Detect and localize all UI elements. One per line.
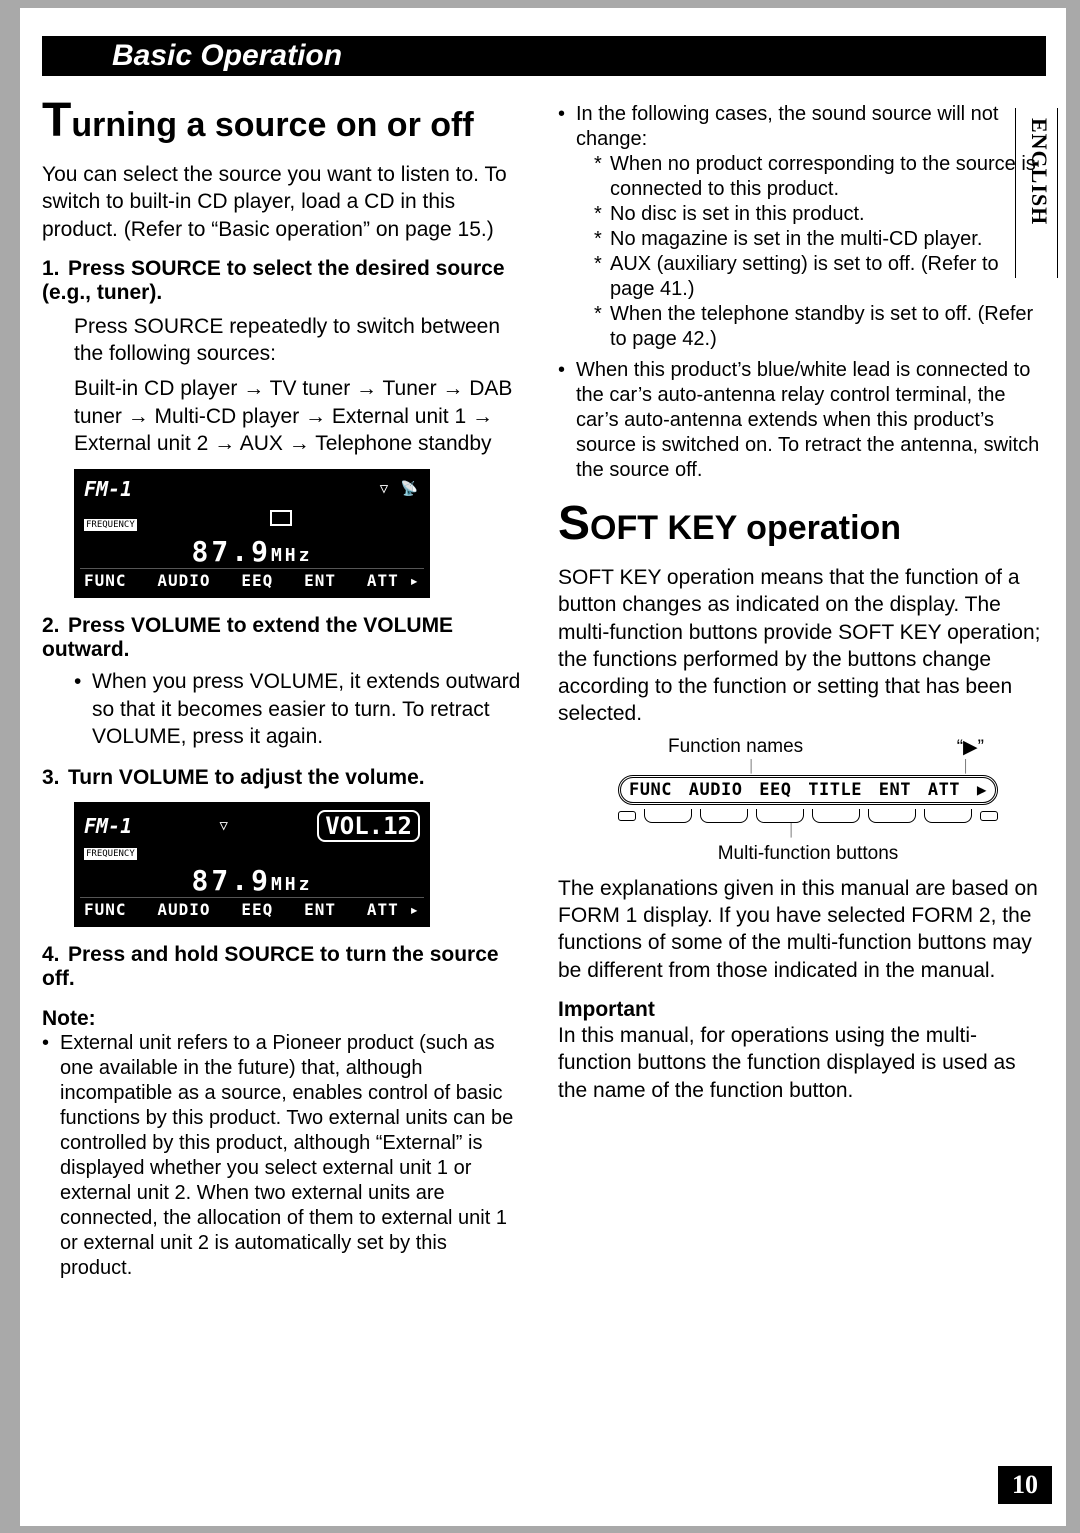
intro-paragraph: You can select the source you want to li… bbox=[42, 161, 522, 243]
lcd2-softkeys: FUNC AUDIO EEQ ENT ATT bbox=[80, 897, 424, 921]
header-title: Basic Operation bbox=[112, 39, 342, 72]
softkey-p3: In this manual, for operations using the… bbox=[558, 1022, 1046, 1104]
step-1-sub-b: Built-in CD player → TV tuner → Tuner → … bbox=[74, 375, 522, 457]
step-3: 3.Turn VOLUME to adjust the volume. FM-1… bbox=[42, 766, 522, 927]
softkey-p2: The explanations given in this manual ar… bbox=[558, 875, 1046, 984]
content-columns: Turning a source on or off You can selec… bbox=[42, 102, 1046, 1287]
note-bullets: External unit refers to a Pioneer produc… bbox=[42, 1031, 522, 1281]
right-top-bullets: In the following cases, the sound source… bbox=[558, 102, 1046, 483]
step-2-bullets: When you press VOLUME, it extends outwar… bbox=[74, 668, 522, 750]
diagram-bottom-label: Multi-function buttons bbox=[618, 843, 998, 865]
mf-button bbox=[756, 809, 804, 823]
lcd-display-2: FM-1 ▽ VOL.12 FREQUENCY 87.9MHz FUNC A bbox=[74, 802, 430, 927]
panel-buttons-row bbox=[618, 809, 998, 823]
softkey-diagram: Function names “▶” ││ FUNC AUDIO EEQ TIT… bbox=[618, 736, 998, 865]
page-number: 10 bbox=[998, 1466, 1052, 1504]
note-heading: Note: bbox=[42, 1007, 522, 1031]
softkey-p1: SOFT KEY operation means that the functi… bbox=[558, 564, 1046, 728]
diagram-label-left: Function names bbox=[668, 736, 803, 759]
right-column: In the following cases, the sound source… bbox=[558, 102, 1046, 1287]
manual-page: Basic Operation ENGLISH Turning a source… bbox=[20, 8, 1066, 1526]
section-title-softkey: SOFT KEY operation bbox=[558, 505, 1046, 548]
right-bullet-1: In the following cases, the sound source… bbox=[558, 102, 1046, 352]
right-bullet-2: When this product’s blue/white lead is c… bbox=[558, 358, 1046, 483]
screen-icon bbox=[270, 510, 292, 526]
step-2: 2.Press VOLUME to extend the VOLUME outw… bbox=[42, 614, 522, 750]
lcd-display-1: FM-1 ▽ 📡 FREQUENCY 87.9MHz bbox=[74, 469, 430, 598]
note-bullet: External unit refers to a Pioneer produc… bbox=[42, 1031, 522, 1281]
arrow-right-icon: ▶ bbox=[977, 780, 987, 800]
important-heading: Important bbox=[558, 998, 1046, 1022]
step-4: 4.Press and hold SOURCE to turn the sour… bbox=[42, 943, 522, 991]
section-title-turning: Turning a source on or off bbox=[42, 102, 522, 145]
small-button bbox=[618, 811, 636, 821]
panel-softkey-labels: FUNC AUDIO EEQ TITLE ENT ATT ▶ bbox=[618, 775, 998, 805]
lcd1-softkeys: FUNC AUDIO EEQ ENT ATT bbox=[80, 568, 424, 592]
mf-button bbox=[644, 809, 692, 823]
diagram-label-right: “▶” bbox=[957, 736, 988, 759]
mf-button bbox=[700, 809, 748, 823]
mf-button bbox=[812, 809, 860, 823]
steps-list: 1.Press SOURCE to select the desired sou… bbox=[42, 257, 522, 991]
side-line bbox=[1056, 108, 1058, 278]
mf-button bbox=[924, 809, 972, 823]
step-1: 1.Press SOURCE to select the desired sou… bbox=[42, 257, 522, 598]
section-header: Basic Operation bbox=[42, 36, 1046, 76]
step-1-sub-a: Press SOURCE repeatedly to switch betwee… bbox=[74, 313, 522, 368]
left-column: Turning a source on or off You can selec… bbox=[42, 102, 522, 1287]
right-sublist: When no product corresponding to the sou… bbox=[594, 152, 1046, 352]
small-button bbox=[980, 811, 998, 821]
mf-button bbox=[868, 809, 916, 823]
